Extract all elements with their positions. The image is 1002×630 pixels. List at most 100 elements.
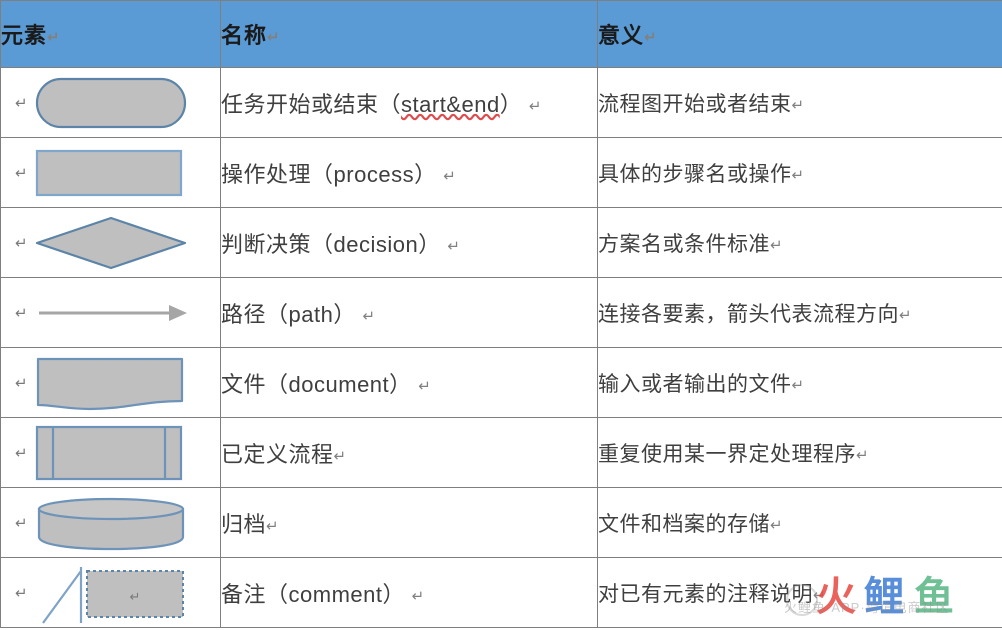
- pilcrow-mark: ↵: [447, 237, 460, 255]
- name-cell: 文件（document） ↵: [221, 348, 598, 418]
- pilcrow-mark: ↵: [266, 517, 279, 535]
- shape-stadium-start-end: [35, 75, 187, 131]
- meaning-text: 对已有元素的注释说明: [598, 583, 813, 606]
- table-row: ↵ 操作处理（process） ↵ 具体的步骤名或操作↵: [1, 138, 1002, 208]
- name-cn: 操作处理: [221, 162, 311, 187]
- pilcrow-mark: ↵: [334, 447, 347, 465]
- table-row: ↵ 归档↵ 文件和档案的存储↵: [1, 488, 1002, 558]
- name-paren-close: ）: [500, 92, 523, 117]
- pilcrow-mark: ↵: [770, 236, 783, 254]
- flowchart-legend-table: 元素↵ 名称↵ 意义↵ ↵ 任务开始或结束（start&end） ↵: [0, 0, 1002, 628]
- table-row: ↵ 任务开始或结束（start&end） ↵ 流程图开始或者结束↵: [1, 68, 1002, 138]
- name-en: decision: [334, 232, 419, 257]
- name-cell: 已定义流程↵: [221, 418, 598, 488]
- name-paren-open: （: [311, 162, 334, 187]
- name-paren-close: ）: [418, 232, 441, 257]
- element-cell-comment: ↵ ↵: [1, 558, 221, 628]
- pilcrow-mark: ↵: [15, 94, 28, 112]
- name-en: path: [289, 302, 334, 327]
- pilcrow-mark: ↵: [15, 444, 28, 462]
- name-cell: 判断决策（decision） ↵: [221, 208, 598, 278]
- name-cn: 判断决策: [221, 232, 311, 257]
- name-cell: 操作处理（process） ↵: [221, 138, 598, 208]
- pilcrow-mark: ↵: [15, 374, 28, 392]
- name-en: start&end: [401, 92, 500, 117]
- column-header-meaning: 意义↵: [598, 1, 1002, 68]
- table-row: ↵ 判断决策（decision） ↵ 方案名或条件标准↵: [1, 208, 1002, 278]
- meaning-cell: 对已有元素的注释说明↵: [598, 558, 1002, 628]
- name-en: comment: [289, 582, 383, 607]
- pilcrow-mark: ↵: [418, 377, 431, 395]
- name-cell: 任务开始或结束（start&end） ↵: [221, 68, 598, 138]
- element-cell-decision: ↵: [1, 208, 221, 278]
- name-paren-open: （: [266, 582, 289, 607]
- pilcrow-mark: ↵: [792, 96, 805, 114]
- meaning-cell: 具体的步骤名或操作↵: [598, 138, 1002, 208]
- pilcrow-mark: ↵: [15, 304, 28, 322]
- shape-rectangle-process: [35, 145, 187, 201]
- name-paren-close: ）: [333, 302, 356, 327]
- element-cell-predefined-process: ↵: [1, 418, 221, 488]
- meaning-text: 输入或者输出的文件: [598, 373, 792, 396]
- name-cn: 已定义流程: [221, 442, 334, 467]
- name-en: process: [334, 162, 415, 187]
- header-label-meaning: 意义: [598, 23, 644, 48]
- meaning-text: 文件和档案的存储: [598, 513, 770, 536]
- meaning-text: 流程图开始或者结束: [598, 93, 792, 116]
- name-cn: 文件: [221, 372, 266, 397]
- element-cell-path: ↵: [1, 278, 221, 348]
- element-cell-document: ↵: [1, 348, 221, 418]
- shape-diamond-decision: [35, 215, 187, 271]
- svg-text:↵: ↵: [130, 589, 141, 604]
- column-header-element: 元素↵: [1, 1, 221, 68]
- column-header-name: 名称↵: [221, 1, 598, 68]
- name-cell: 路径（path） ↵: [221, 278, 598, 348]
- name-cell: 归档↵: [221, 488, 598, 558]
- name-paren-close: ）: [389, 372, 412, 397]
- name-cn: 归档: [221, 512, 266, 537]
- name-paren-open: （: [266, 302, 289, 327]
- header-label-name: 名称: [221, 23, 267, 48]
- name-cn: 备注: [221, 582, 266, 607]
- meaning-cell: 输入或者输出的文件↵: [598, 348, 1002, 418]
- table-row: ↵ ↵ 备注（comment） ↵ 对已有元素的注释说明↵: [1, 558, 1002, 628]
- pilcrow-mark: ↵: [529, 97, 542, 115]
- meaning-cell: 连接各要素，箭头代表流程方向↵: [598, 278, 1002, 348]
- shape-document-wavy: [35, 355, 187, 411]
- element-cell-process: ↵: [1, 138, 221, 208]
- element-cell-archive: ↵: [1, 488, 221, 558]
- pilcrow-mark: ↵: [412, 587, 425, 605]
- shape-comment-callout: ↵: [35, 565, 187, 621]
- table-row: ↵ 已定义流程↵ 重复使用某一界定处理程序↵: [1, 418, 1002, 488]
- element-cell-start-end: ↵: [1, 68, 221, 138]
- shape-predefined-process: [35, 425, 187, 481]
- pilcrow-mark: ↵: [15, 514, 28, 532]
- pilcrow-mark: ↵: [47, 28, 61, 46]
- shape-cylinder-archive: [35, 495, 187, 551]
- name-paren-open: （: [266, 372, 289, 397]
- header-label-element: 元素: [1, 23, 47, 48]
- pilcrow-mark: ↵: [443, 167, 456, 185]
- pilcrow-mark: ↵: [792, 166, 805, 184]
- table-header: 元素↵ 名称↵ 意义↵: [1, 1, 1002, 68]
- pilcrow-mark: ↵: [267, 28, 281, 46]
- pilcrow-mark: ↵: [15, 234, 28, 252]
- name-en: document: [289, 372, 390, 397]
- meaning-cell: 流程图开始或者结束↵: [598, 68, 1002, 138]
- pilcrow-mark: ↵: [15, 584, 28, 602]
- meaning-cell: 重复使用某一界定处理程序↵: [598, 418, 1002, 488]
- pilcrow-mark: ↵: [813, 586, 826, 604]
- meaning-cell: 方案名或条件标准↵: [598, 208, 1002, 278]
- meaning-cell: 文件和档案的存储↵: [598, 488, 1002, 558]
- meaning-text: 重复使用某一界定处理程序: [598, 443, 856, 466]
- table-row: ↵ 文件（document） ↵ 输入或者输出的文件↵: [1, 348, 1002, 418]
- name-cell: 备注（comment） ↵: [221, 558, 598, 628]
- pilcrow-mark: ↵: [15, 164, 28, 182]
- pilcrow-mark: ↵: [363, 307, 376, 325]
- name-paren-open: （: [311, 232, 334, 257]
- pilcrow-mark: ↵: [792, 376, 805, 394]
- name-paren-close: ）: [414, 162, 437, 187]
- table-row: ↵ 路径（path） ↵ 连接各要素，箭头代表流程方向↵: [1, 278, 1002, 348]
- pilcrow-mark: ↵: [856, 446, 869, 464]
- header-row: 元素↵ 名称↵ 意义↵: [1, 1, 1002, 68]
